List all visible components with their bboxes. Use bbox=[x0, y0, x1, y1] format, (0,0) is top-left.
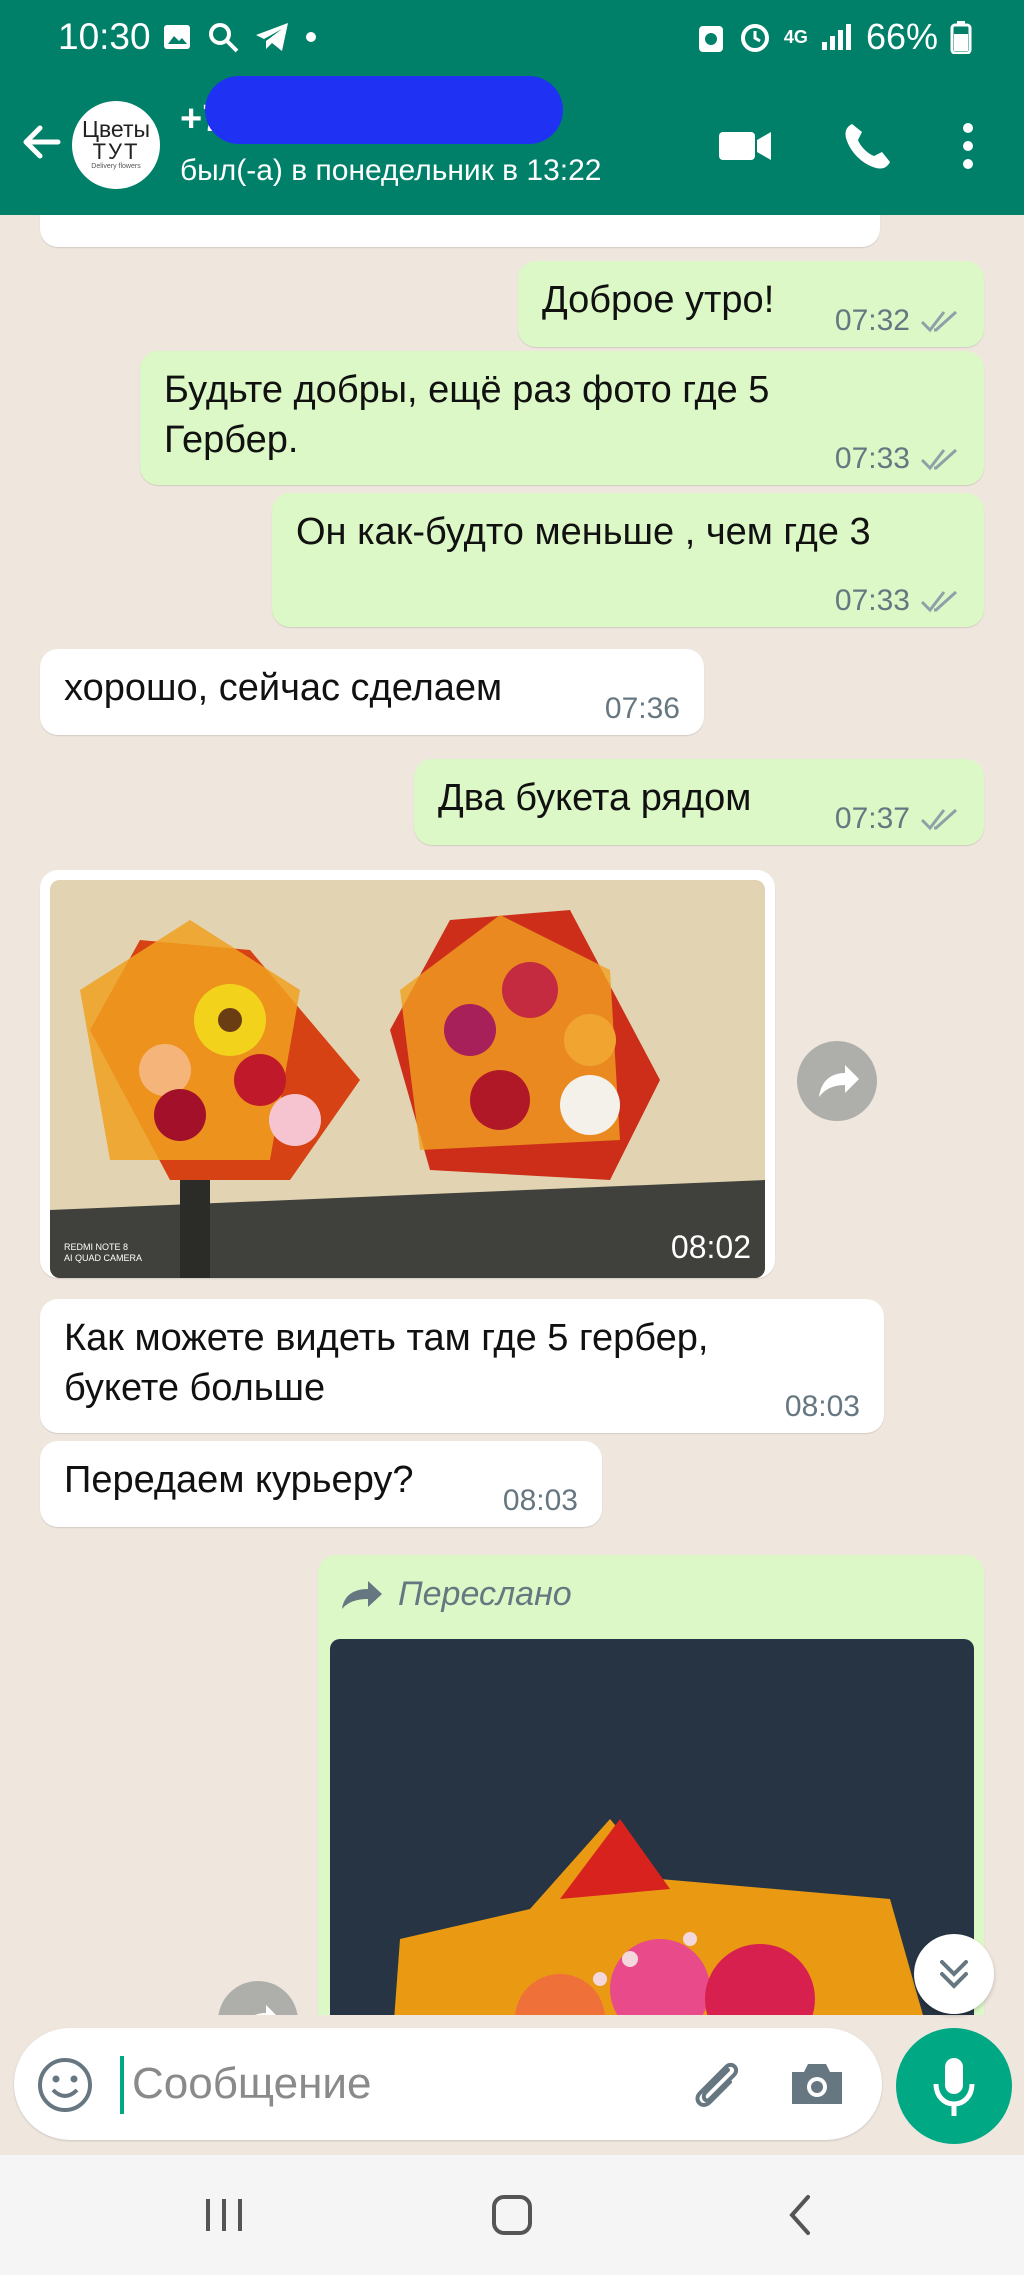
message-bubble-incoming[interactable]: Как можете видеть там где 5 гербер, букет… bbox=[40, 1299, 884, 1433]
emoji-icon[interactable] bbox=[36, 2056, 94, 2114]
search-icon bbox=[209, 23, 239, 53]
message-text: хорошо, сейчас сделаем bbox=[64, 667, 503, 709]
voice-message-button[interactable] bbox=[896, 2028, 1012, 2144]
chat-area[interactable]: Доброе утро! 07:32 Будьте добры, ещё раз… bbox=[0, 215, 1024, 2015]
message-bubble-outgoing[interactable]: Будьте добры, ещё раз фото где 5 Гербер. … bbox=[140, 351, 984, 485]
alarm-icon bbox=[740, 24, 769, 52]
message-time: 07:32 bbox=[834, 304, 910, 337]
recent-apps-icon[interactable] bbox=[194, 2185, 254, 2245]
recycle-icon bbox=[698, 26, 723, 52]
read-ticks-icon bbox=[920, 448, 958, 471]
paperclip-icon[interactable] bbox=[684, 2050, 750, 2116]
forward-button[interactable] bbox=[797, 1041, 877, 1121]
status-time: 10:30 bbox=[58, 16, 151, 57]
message-bubble-outgoing[interactable]: Два букета рядом 07:37 bbox=[414, 759, 984, 845]
message-time: 07:37 bbox=[834, 802, 910, 835]
message-text: Доброе утро! bbox=[542, 279, 775, 321]
forward-icon bbox=[255, 2005, 276, 2015]
read-ticks-icon bbox=[920, 310, 958, 333]
avatar-logo-line3: Delivery flowers bbox=[91, 163, 141, 170]
image-icon bbox=[164, 25, 190, 49]
network-4g-icon: 4G bbox=[783, 26, 808, 47]
status-bar: 10:30 4G 66% bbox=[0, 0, 1024, 76]
message-text: Как можете видеть там где 5 гербер, букет… bbox=[64, 1317, 709, 1409]
message-bubble-outgoing[interactable]: Он как-будто меньше , чем где 3 07:33 bbox=[272, 493, 984, 627]
message-time: 08:03 bbox=[502, 1484, 578, 1517]
forwarded-icon bbox=[342, 1581, 382, 1609]
more-vert-icon[interactable] bbox=[940, 118, 996, 174]
avatar-logo-line2: ТУТ bbox=[92, 139, 140, 164]
battery-icon bbox=[950, 21, 972, 54]
message-bubble-incoming[interactable]: Передаем курьеру? 08:03 bbox=[40, 1441, 602, 1527]
bouquet-photo[interactable] bbox=[330, 1639, 974, 2015]
composer bbox=[14, 2028, 882, 2140]
photo-watermark: REDMI NOTE 8 AI QUAD CAMERA bbox=[64, 1242, 143, 1263]
message-bubble-incoming[interactable]: хорошо, сейчас сделаем 07:36 bbox=[40, 649, 704, 735]
read-ticks-icon bbox=[920, 808, 958, 831]
signal-icon bbox=[821, 24, 851, 50]
message-bubble-outgoing[interactable]: Доброе утро! 07:32 bbox=[518, 261, 984, 347]
app-header: 10:30 4G 66% Цветы ТУТ Delivery flowers … bbox=[0, 0, 1024, 215]
message-text: Будьте добры, ещё раз фото где 5 Гербер. bbox=[164, 369, 770, 461]
bouquets-photo[interactable]: 08:02 REDMI NOTE 8 AI QUAD CAMERA bbox=[50, 880, 765, 1278]
redaction-mark bbox=[205, 76, 563, 144]
camera-icon[interactable] bbox=[786, 2054, 848, 2114]
double-chevron-down-icon bbox=[940, 1960, 968, 1989]
battery-percent: 66% bbox=[865, 16, 938, 57]
microphone-icon bbox=[933, 2058, 975, 2116]
phone-icon[interactable] bbox=[838, 118, 898, 174]
read-ticks-icon bbox=[920, 590, 958, 613]
back-arrow-icon[interactable] bbox=[18, 118, 66, 166]
forward-button[interactable] bbox=[218, 1981, 298, 2015]
text-caret bbox=[120, 2056, 124, 2114]
message-time: 08:03 bbox=[784, 1390, 860, 1423]
message-text: Передаем курьеру? bbox=[64, 1459, 414, 1501]
scroll-to-bottom-button[interactable] bbox=[914, 1934, 994, 2014]
message-photo-incoming[interactable]: 08:02 REDMI NOTE 8 AI QUAD CAMERA bbox=[40, 870, 775, 1278]
message-forwarded-photo[interactable]: Переслано bbox=[318, 1555, 984, 2015]
back-nav-icon[interactable] bbox=[770, 2185, 830, 2245]
forward-icon bbox=[819, 1065, 859, 1097]
system-navigation-bar bbox=[0, 2155, 1024, 2275]
home-icon[interactable] bbox=[482, 2185, 542, 2245]
message-time: 08:02 bbox=[670, 1229, 751, 1265]
message-bubble-partial[interactable] bbox=[40, 215, 880, 247]
message-text: Два букета рядом bbox=[438, 777, 752, 819]
message-time: 07:36 bbox=[604, 692, 680, 725]
dot-icon bbox=[306, 32, 316, 42]
telegram-icon bbox=[256, 23, 288, 51]
avatar[interactable]: Цветы ТУТ Delivery flowers bbox=[72, 101, 160, 189]
message-time: 07:33 bbox=[834, 584, 910, 617]
video-call-icon[interactable] bbox=[715, 118, 775, 174]
contact-last-seen: был(-а) в понедельник в 13:22 bbox=[180, 154, 602, 187]
message-time: 07:33 bbox=[834, 442, 910, 475]
forwarded-label: Переслано bbox=[398, 1575, 572, 1613]
avatar-logo-line1: Цветы bbox=[81, 116, 151, 142]
message-text: Он как-будто меньше , чем где 3 bbox=[296, 511, 871, 553]
message-input[interactable] bbox=[132, 2048, 652, 2120]
